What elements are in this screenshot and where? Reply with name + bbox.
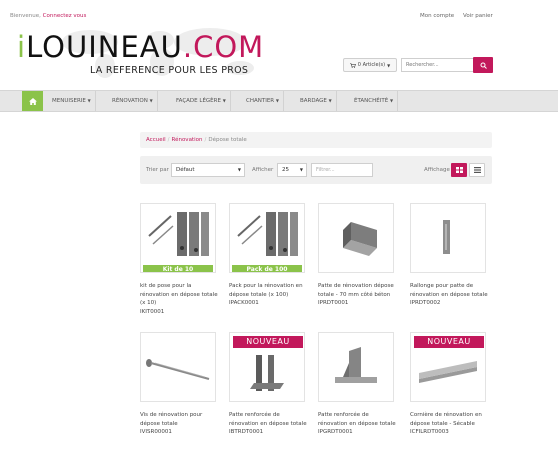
grid-view-button[interactable]: [451, 163, 467, 177]
search-input[interactable]: [401, 58, 473, 72]
nav-item-menuiserie[interactable]: MENUISERIE ▼: [48, 91, 96, 111]
breadcrumb-current: Dépose totale: [208, 137, 247, 143]
sort-label: Trier par: [146, 167, 169, 173]
display-label: Affichage: [424, 167, 450, 173]
listing-toolbar: Trier par Défaut ▼ Afficher 25 ▼ Filtrer…: [140, 156, 492, 184]
top-bar: Bienvenue, Connectez vous Mon compte Voi…: [0, 0, 558, 20]
home-button[interactable]: [22, 91, 43, 111]
cart-count: 0 Article(s): [357, 62, 386, 68]
product-image[interactable]: NOUVEAU: [229, 332, 305, 402]
nav-item-facade-legere[interactable]: FAÇADE LÉGÈRE ▼: [172, 91, 231, 111]
product-name[interactable]: Vis de rénovation pour dépose totale: [140, 412, 202, 427]
product-ref: IPACK0001: [229, 300, 259, 307]
tagline: LA REFERENCE POUR LES PROS: [90, 65, 249, 76]
product-name[interactable]: Patte de rénovation dépose totale - 70 m…: [318, 283, 394, 298]
product-title[interactable]: Pack pour la rénovation en dépose totale…: [229, 282, 311, 308]
product-title[interactable]: Patte renforcée de rénovation en dépose …: [229, 411, 311, 437]
nav-item-bardage[interactable]: BARDAGE ▼: [296, 91, 337, 111]
welcome-text: Bienvenue, Connectez vous: [10, 13, 86, 19]
login-link[interactable]: Connectez vous: [43, 13, 87, 19]
pack-image: [237, 212, 298, 256]
nav-item-etancheite[interactable]: ÉTANCHÉITÉ ▼: [350, 91, 399, 111]
main-nav: MENUISERIE ▼ RÉNOVATION ▼ FAÇADE LÉGÈRE …: [0, 90, 558, 112]
product-image[interactable]: [410, 203, 486, 273]
product-badge: NOUVEAU: [233, 336, 303, 348]
product-name[interactable]: Cornière de rénovation en dépose totale …: [410, 412, 482, 427]
product-image[interactable]: [318, 203, 394, 273]
product-title[interactable]: Vis de rénovation pour dépose totale IVI…: [140, 411, 222, 437]
per-page-select[interactable]: 25 ▼: [277, 163, 307, 177]
list-view-button[interactable]: [469, 163, 485, 177]
logo-main: LOUINEAU: [26, 30, 183, 64]
product-image[interactable]: Kit de 10: [140, 203, 216, 273]
product-name[interactable]: Patte renforcée de rénovation en dépose …: [318, 412, 396, 427]
product-ref: IBTRDT0001: [229, 429, 264, 436]
search-icon: [480, 62, 487, 69]
product-title[interactable]: kit de pose pour la rénovation en dépose…: [140, 282, 222, 316]
chevron-down-icon: ▼: [299, 167, 303, 172]
product-ref: IPRDT0001: [318, 300, 349, 307]
product-image[interactable]: [318, 332, 394, 402]
product-badge: Pack de 100: [232, 265, 302, 272]
breadcrumb: Accueil / Rénovation / Dépose totale: [140, 132, 492, 148]
product-ref: IKIT0001: [140, 308, 165, 315]
sort-select[interactable]: Défaut ▼: [171, 163, 245, 177]
product-name[interactable]: Pack pour la rénovation en dépose totale…: [229, 283, 303, 298]
kit-image: [148, 212, 209, 256]
breadcrumb-home[interactable]: Accueil: [146, 137, 166, 143]
nav-item-renovation[interactable]: RÉNOVATION ▼: [108, 91, 158, 111]
breadcrumb-section[interactable]: Rénovation: [172, 137, 203, 143]
show-label: Afficher: [252, 167, 274, 173]
bracket-image: [343, 222, 377, 256]
product-badge: NOUVEAU: [414, 336, 484, 348]
nav-item-chantier[interactable]: CHANTIER ▼: [242, 91, 284, 111]
chevron-down-icon: ▼: [387, 62, 391, 68]
product-badge: Kit de 10: [143, 265, 213, 272]
logo-com: .COM: [182, 30, 265, 64]
view-cart-link[interactable]: Voir panier: [463, 13, 493, 19]
product-title[interactable]: Cornière de rénovation en dépose totale …: [410, 411, 492, 437]
list-icon: [473, 167, 481, 173]
product-ref: IPGRDT0001: [318, 429, 353, 436]
cart-icon: [349, 62, 356, 68]
product-ref: IVISR00001: [140, 429, 172, 436]
grid-icon: [455, 167, 463, 173]
cart-button[interactable]: 0 Article(s) ▼: [343, 58, 397, 72]
product-image[interactable]: [140, 332, 216, 402]
site-logo[interactable]: iLOUINEAU.COM: [17, 33, 264, 62]
product-name[interactable]: Patte renforcée de rénovation en dépose …: [229, 412, 307, 427]
product-name[interactable]: Rallonge pour patte de rénovation en dép…: [410, 283, 488, 298]
header: iLOUINEAU.COM LA REFERENCE POUR LES PROS…: [0, 22, 558, 84]
product-title[interactable]: Patte de rénovation dépose totale - 70 m…: [318, 282, 400, 308]
extension-image: [443, 220, 450, 254]
search-button[interactable]: [473, 57, 493, 73]
reinforced-bracket-image: [335, 347, 377, 383]
screw-image: [146, 359, 210, 381]
product-ref: IPRDT0002: [410, 300, 441, 307]
filter-input[interactable]: Filtrer...: [311, 163, 373, 177]
product-title[interactable]: Rallonge pour patte de rénovation en dép…: [410, 282, 492, 308]
per-page-value: 25: [282, 167, 289, 173]
chevron-down-icon: ▼: [237, 167, 241, 172]
product-ref: ICFILRDT0003: [410, 429, 449, 436]
product-title[interactable]: Patte renforcée de rénovation en dépose …: [318, 411, 400, 437]
logo-i: i: [17, 30, 27, 64]
product-image[interactable]: Pack de 100: [229, 203, 305, 273]
sort-value: Défaut: [176, 167, 195, 173]
product-image[interactable]: NOUVEAU: [410, 332, 486, 402]
welcome-label: Bienvenue,: [10, 13, 41, 19]
product-name[interactable]: kit de pose pour la rénovation en dépose…: [140, 283, 218, 306]
home-icon: [28, 97, 37, 105]
my-account-link[interactable]: Mon compte: [420, 13, 454, 19]
